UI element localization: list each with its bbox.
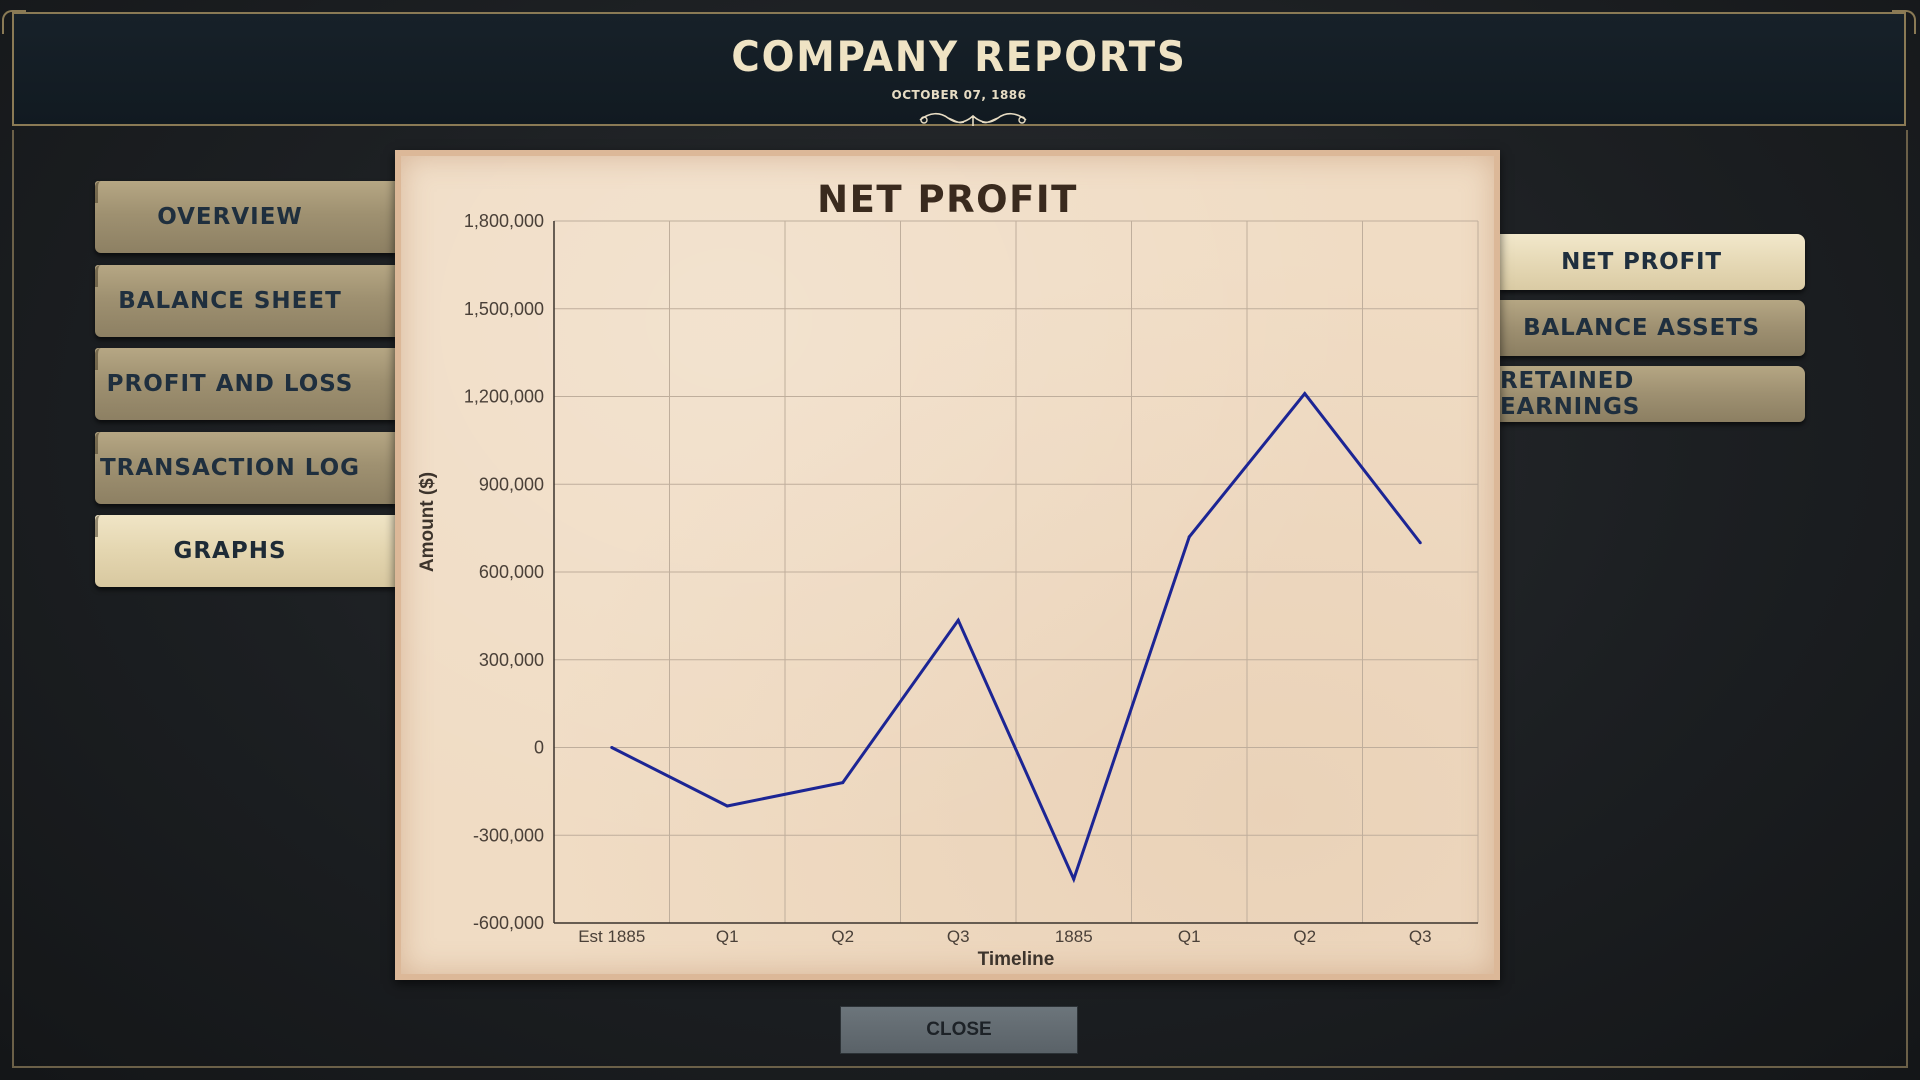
tab-net-profit-label: NET PROFIT [1561,249,1722,275]
x-axis-title: Timeline [978,949,1055,970]
y-tick-label: 1,200,000 [464,387,544,407]
data-point [956,618,960,622]
x-tick-label: Q2 [831,927,854,946]
data-point [725,804,729,808]
x-tick-label: Q2 [1293,927,1316,946]
net-profit-chart: -600,000 -300,000 0 300,000 600,000 900,000 1,… [417,211,1479,970]
nav-graphs[interactable]: GRAPHS [95,515,395,587]
data-point [1418,541,1422,545]
nav-profit-and-loss[interactable]: PROFIT AND LOSS [95,348,395,420]
nav-transaction-log[interactable]: TRANSACTION LOG [95,432,395,504]
page-title: COMPANY REPORTS [731,32,1187,81]
nav-curl [95,265,108,287]
tab-retained-earnings-label: RETAINED EARNINGS [1500,368,1641,420]
y-tick-label: 300,000 [479,650,544,670]
x-tick-label: Q3 [947,927,970,946]
data-point [1303,392,1307,396]
nav-overview-label: OVERVIEW [157,204,303,230]
y-tick-label: 1,800,000 [464,211,544,231]
chart-panel: NET PROFIT -600,000 -300,000 0 300,000 600,0… [395,150,1500,980]
y-tick-label: -300,000 [473,825,544,845]
data-point [1072,877,1076,881]
y-tick-label: 1,500,000 [464,299,544,319]
nav-overview[interactable]: OVERVIEW [95,181,395,253]
nav-curl [95,515,108,537]
nav-balance-sheet-label: BALANCE SHEET [118,288,342,314]
close-button[interactable]: CLOSE [840,1006,1078,1054]
y-tick-label: 600,000 [479,562,544,582]
x-tick-label: Est 1885 [578,927,645,946]
y-tick-label: 0 [534,738,544,758]
nav-balance-sheet[interactable]: BALANCE SHEET [95,265,395,337]
nav-curl [95,348,108,370]
close-button-label: CLOSE [926,1019,992,1040]
tab-retained-earnings[interactable]: RETAINED EARNINGS [1500,366,1805,422]
y-axis-title: Amount ($) [417,472,438,572]
header-corner-right [1892,10,1916,34]
nav-profit-and-loss-label: PROFIT AND LOSS [106,371,354,397]
x-tick-label: Q3 [1409,927,1432,946]
nav-curl [95,181,108,203]
y-tick-label: 900,000 [479,474,544,494]
data-point [610,746,614,749]
ornament-flourish-icon [919,112,1027,126]
report-date: OCTOBER 07, 1886 [891,88,1027,102]
x-tick-label: Q1 [716,927,739,946]
tab-balance-assets-label: BALANCE ASSETS [1523,315,1760,341]
y-tick-label: -600,000 [473,913,544,933]
tab-balance-assets[interactable]: BALANCE ASSETS [1500,300,1805,356]
data-point [841,781,845,785]
x-tick-label: Q1 [1178,927,1201,946]
x-tick-label: 1885 [1055,927,1093,946]
tab-net-profit[interactable]: NET PROFIT [1500,234,1805,290]
nav-transaction-log-label: TRANSACTION LOG [99,455,360,481]
data-point [1187,535,1191,539]
header-corner-left [2,10,26,34]
nav-graphs-label: GRAPHS [173,538,287,564]
header-bar: COMPANY REPORTS OCTOBER 07, 1886 [2,10,1916,126]
nav-curl [95,432,108,454]
